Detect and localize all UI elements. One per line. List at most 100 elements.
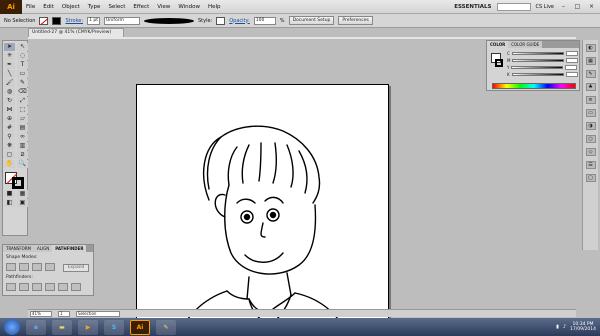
fill-stroke-indicator[interactable] — [4, 171, 26, 189]
illustrator-taskbar-icon[interactable]: Ai — [130, 319, 150, 335]
gradient-panel-icon[interactable]: ▭ — [585, 109, 596, 117]
network-icon[interactable]: ▮ — [556, 324, 559, 330]
artboard-tool-icon[interactable]: ▢ — [4, 151, 15, 159]
line-tool-icon[interactable]: ╲ — [4, 70, 15, 78]
symbol-sprayer-tool-icon[interactable]: ❋ — [4, 142, 15, 150]
brushes-panel-icon[interactable]: ✎ — [585, 70, 596, 78]
color-panel-stroke-swatch[interactable] — [495, 59, 503, 67]
width-tool-icon[interactable]: ⋈ — [4, 106, 15, 114]
color-value-field[interactable] — [565, 72, 578, 77]
gradient-tool-icon[interactable]: ▤ — [17, 124, 28, 132]
scale-tool-icon[interactable]: ⤢ — [17, 97, 28, 105]
color-slider[interactable] — [511, 66, 564, 69]
perspective-tool-icon[interactable]: ▱ — [17, 115, 28, 123]
color-value-field[interactable] — [566, 58, 579, 63]
layers-panel-icon[interactable]: ☰ — [585, 161, 596, 169]
menu-window[interactable]: Window — [174, 4, 204, 10]
color-spectrum-bar[interactable] — [492, 83, 576, 89]
slice-tool-icon[interactable]: ⧄ — [17, 151, 28, 159]
workspace-switcher[interactable]: ESSENTIALS — [454, 4, 491, 10]
paintbrush-tool-icon[interactable]: 🖌 — [4, 79, 15, 87]
exclude-icon[interactable] — [45, 263, 55, 271]
start-button-icon[interactable] — [4, 319, 20, 335]
draw-mode-icon[interactable]: ◧ — [4, 199, 15, 207]
graph-tool-icon[interactable]: ▥ — [17, 142, 28, 150]
menu-type[interactable]: Type — [84, 4, 105, 10]
close-icon[interactable]: × — [587, 3, 596, 11]
fill-swatch[interactable] — [39, 16, 49, 25]
stroke-weight-field[interactable]: 1 pt — [87, 16, 100, 25]
pen-tool-icon[interactable]: ✒ — [4, 61, 15, 69]
tab-color[interactable]: COLOR — [487, 41, 509, 48]
color-slider[interactable] — [511, 73, 564, 76]
appearance-panel-icon[interactable]: ○ — [585, 135, 596, 143]
artboards-panel-icon[interactable]: ▢ — [585, 174, 596, 182]
color-mode-icon[interactable]: ■ — [4, 190, 15, 198]
menu-object[interactable]: Object — [58, 4, 84, 10]
minus-front-icon[interactable] — [19, 263, 29, 271]
color-value-field[interactable] — [565, 51, 578, 56]
type-tool-icon[interactable]: T — [17, 61, 28, 69]
color-slider[interactable] — [512, 59, 565, 62]
zoom-tool-icon[interactable]: 🔍 — [17, 160, 28, 168]
blend-tool-icon[interactable]: ∞ — [17, 133, 28, 141]
cs-live-button[interactable]: CS Live — [536, 4, 554, 10]
expand-button[interactable]: Expand — [63, 264, 89, 272]
document-setup-button[interactable]: Document Setup — [288, 16, 335, 25]
mesh-tool-icon[interactable]: # — [4, 124, 15, 132]
screen-mode-icon[interactable]: ▣ — [17, 199, 28, 207]
eyedropper-tool-icon[interactable]: ⚲ — [4, 133, 15, 141]
menu-view[interactable]: View — [153, 4, 174, 10]
stroke-label[interactable]: Stroke: — [65, 18, 83, 24]
transparency-panel-icon[interactable]: ◑ — [585, 122, 596, 130]
media-player-icon[interactable]: ▶ — [78, 319, 98, 335]
preferences-button[interactable]: Preferences — [338, 16, 373, 25]
color-panel-icon[interactable]: ◐ — [585, 44, 596, 52]
document-tab[interactable]: Untitled-27 @ 41% (CMYK/Preview) — [28, 28, 124, 37]
tab-pathfinder[interactable]: PATHFINDER — [52, 245, 87, 252]
stroke-box[interactable] — [12, 177, 24, 189]
menu-file[interactable]: File — [22, 4, 39, 10]
zoom-level-field[interactable]: 41% — [30, 310, 52, 317]
pencil-tool-icon[interactable]: ✎ — [17, 79, 28, 87]
symbols-panel-icon[interactable]: ♣ — [585, 83, 596, 91]
stroke-swatch[interactable] — [52, 16, 62, 25]
menu-effect[interactable]: Effect — [129, 4, 153, 10]
explorer-icon[interactable]: ▬ — [52, 319, 72, 335]
hand-tool-icon[interactable]: ✋ — [4, 160, 15, 168]
gradient-mode-icon[interactable]: ▦ — [17, 190, 28, 198]
lasso-tool-icon[interactable]: ◌ — [17, 52, 28, 60]
magic-wand-tool-icon[interactable]: ✳ — [4, 52, 15, 60]
outline-icon[interactable] — [58, 283, 68, 291]
ie-icon[interactable]: e — [26, 319, 46, 335]
minimize-icon[interactable]: – — [559, 3, 568, 11]
tab-transform[interactable]: TRANSFORM — [3, 245, 35, 252]
tab-color-guide[interactable]: COLOR GUIDE — [508, 41, 543, 48]
stroke-panel-icon[interactable]: ≡ — [585, 96, 596, 104]
paint-icon[interactable]: ✎ — [156, 319, 176, 335]
skype-icon[interactable]: S — [104, 319, 124, 335]
graphic-styles-panel-icon[interactable]: ◇ — [585, 148, 596, 156]
minus-back-icon[interactable] — [71, 283, 81, 291]
artboard-number-field[interactable]: 1 — [58, 310, 70, 317]
trim-icon[interactable] — [19, 283, 29, 291]
swatches-panel-icon[interactable]: ▦ — [585, 57, 596, 65]
menu-select[interactable]: Select — [104, 4, 129, 10]
crop-icon[interactable] — [45, 283, 55, 291]
opacity-label[interactable]: Opacity: — [229, 18, 250, 24]
status-tool-field[interactable]: Selection — [76, 310, 120, 317]
direct-selection-tool-icon[interactable]: ↖ — [17, 43, 28, 51]
search-input[interactable] — [496, 2, 531, 11]
selection-tool-icon[interactable]: ➤ — [4, 43, 15, 51]
clock[interactable]: 10:34 PM 17/09/2014 — [570, 322, 596, 333]
eraser-tool-icon[interactable]: ⌫ — [17, 88, 28, 96]
tab-align[interactable]: ALIGN — [34, 245, 53, 252]
color-slider[interactable] — [511, 52, 564, 55]
divide-icon[interactable] — [6, 283, 16, 291]
shape-builder-tool-icon[interactable]: ⊕ — [4, 115, 15, 123]
color-value-field[interactable] — [565, 65, 578, 70]
rotate-tool-icon[interactable]: ↻ — [4, 97, 15, 105]
variable-width-profile[interactable]: Uniform — [103, 16, 140, 25]
menu-edit[interactable]: Edit — [39, 4, 58, 10]
merge-icon[interactable] — [32, 283, 42, 291]
